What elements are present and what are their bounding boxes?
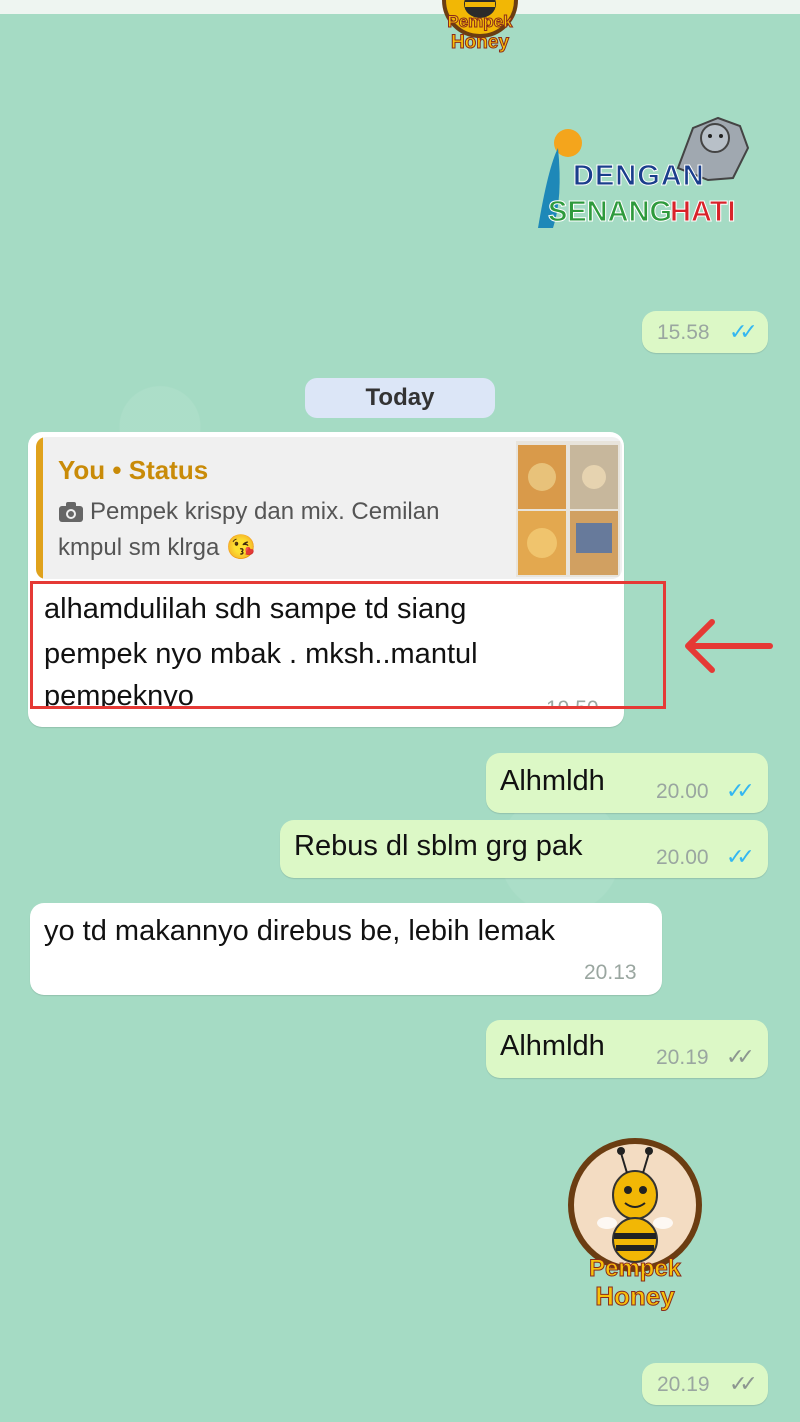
date-divider: Today: [305, 378, 495, 418]
highlight-box: [30, 581, 666, 709]
sticker-timestamp-bubble: 15.58 ✓✓: [642, 311, 768, 353]
message-text: Alhmldh: [500, 1030, 605, 1062]
sticker-text-line2: Honey: [595, 1281, 675, 1312]
outgoing-message[interactable]: Rebus dl sblm grg pak 20.00 ✓✓: [280, 820, 768, 878]
incoming-message[interactable]: yo td makannyo direbus be, lebih lemak 2…: [30, 903, 662, 995]
camera-icon: [58, 501, 84, 528]
message-text: Alhmldh: [500, 765, 605, 797]
message-time: 20.13: [584, 961, 637, 984]
quote-accent-bar: [36, 437, 43, 579]
sticker-text-line1: Pempek: [588, 1255, 682, 1283]
message-text: Rebus dl sblm grg pak: [294, 830, 583, 862]
outgoing-message[interactable]: Alhmldh 20.19 ✓✓: [486, 1020, 768, 1078]
sticker-dengan-senang-hati[interactable]: DENGAN SENANG HATI: [518, 108, 763, 238]
read-ticks-icon: ✓✓: [729, 319, 758, 344]
quote-title: You • Status: [58, 455, 209, 485]
message-text: yo td makannyo direbus be, lebih lemak: [44, 915, 556, 947]
read-ticks-icon: ✓✓: [726, 844, 755, 869]
quote-text-line1: Pempek krispy dan mix. Cemilan: [90, 498, 440, 525]
quote-text-line2: kmpul sm klrga 😘: [58, 534, 256, 561]
sticker-text-dengan: DENGAN: [573, 160, 705, 193]
top-bar: [0, 0, 800, 14]
message-time: 20.00: [656, 780, 709, 803]
status-thumbnail[interactable]: [516, 441, 620, 577]
highlight-arrow-icon: [680, 616, 774, 681]
sticker-pempek-honey-bottom[interactable]: Pempek Honey: [565, 1135, 705, 1315]
message-time: 20.19: [656, 1046, 709, 1069]
sticker-timestamp-bubble: 20.19 ✓✓: [642, 1363, 768, 1405]
message-time: 20.19: [657, 1373, 710, 1396]
delivered-ticks-icon: ✓✓: [726, 1044, 755, 1069]
quoted-status[interactable]: You • Status Pempek krispy dan mix. Cemi…: [36, 437, 622, 579]
outgoing-message[interactable]: Alhmldh 20.00 ✓✓: [486, 753, 768, 813]
read-ticks-icon: ✓✓: [726, 778, 755, 803]
sticker-text-line1: Pempek: [447, 12, 513, 32]
sticker-text-hati: HATI: [670, 196, 737, 229]
sticker-pempek-honey-top[interactable]: Pempek Honey: [425, 0, 535, 70]
message-time: 20.00: [656, 846, 709, 869]
sticker-text-line2: Honey: [450, 32, 510, 54]
sticker-text-senang: SENANG: [547, 196, 673, 229]
message-time: 15.58: [657, 321, 710, 344]
delivered-ticks-icon: ✓✓: [729, 1371, 758, 1396]
